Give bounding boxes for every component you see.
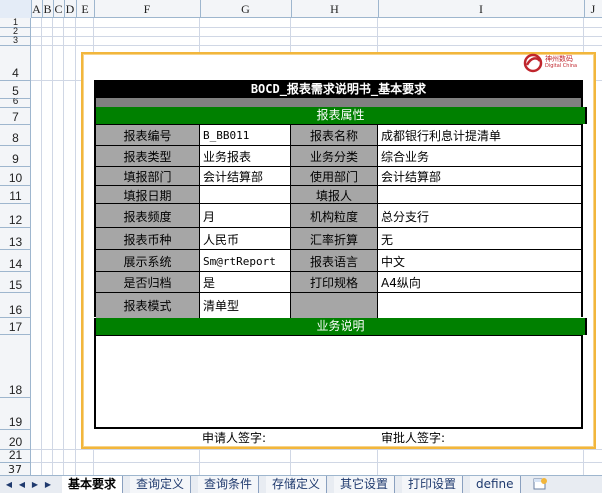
column-header-h[interactable]: H: [291, 0, 379, 18]
label-currency[interactable]: 报表币种: [96, 228, 200, 250]
row-header-11[interactable]: 11: [0, 185, 31, 204]
table-row: 报表币种 人民币 汇率折算 无: [96, 227, 581, 250]
value-display-system[interactable]: Sm@rtReport: [200, 250, 291, 272]
row-header-18[interactable]: 18: [0, 334, 31, 398]
label-report-name[interactable]: 报表名称: [291, 125, 378, 146]
value-filing-dept[interactable]: 会计结算部: [200, 167, 291, 186]
section-report-attributes[interactable]: 报表属性: [94, 107, 587, 124]
column-header-f[interactable]: F: [94, 0, 201, 18]
column-header-e[interactable]: E: [76, 0, 95, 18]
label-display-system[interactable]: 展示系统: [96, 250, 200, 272]
sheet-tab-bar: ◀ ◀ ▶ ▶ 基本要求 查询定义 查询条件 存储定义 其它设置 打印设置 de…: [0, 475, 602, 493]
label-report-id[interactable]: 报表编号: [96, 125, 200, 146]
tab-define[interactable]: define: [470, 476, 521, 493]
label-filer[interactable]: 填报人: [291, 186, 378, 204]
applicant-signature-label: 申请人签字:: [202, 431, 267, 445]
label-empty[interactable]: [291, 293, 378, 318]
value-report-id[interactable]: B_BB011: [200, 125, 291, 146]
select-all-corner[interactable]: [0, 0, 32, 18]
column-header-j[interactable]: J: [584, 0, 602, 18]
row-header-bar: 1 2 3 4 5 6 7 8 9 10 11 12 13 14 15 16 1…: [0, 18, 31, 475]
row-header-19[interactable]: 19: [0, 397, 31, 430]
row-header-10[interactable]: 10: [0, 166, 31, 186]
label-business-category[interactable]: 业务分类: [291, 146, 378, 167]
row-header-13[interactable]: 13: [0, 227, 31, 250]
company-logo: 神州数码 Digital China: [523, 53, 585, 75]
row-header-12[interactable]: 12: [0, 203, 31, 228]
table-row: 填报部门 会计结算部 使用部门 会计结算部: [96, 166, 581, 186]
first-sheet-icon[interactable]: ◀: [4, 479, 14, 491]
table-row: 展示系统 Sm@rtReport 报表语言 中文: [96, 249, 581, 272]
prev-sheet-icon[interactable]: ◀: [17, 479, 27, 491]
label-fx-conversion[interactable]: 汇率折算: [291, 228, 378, 250]
row-header-7[interactable]: 7: [0, 107, 31, 125]
value-business-category[interactable]: 综合业务: [378, 146, 581, 167]
row-header-37[interactable]: 37: [0, 463, 31, 476]
column-header-bar: A B C D E F G H I J: [0, 0, 602, 18]
tab-print-settings[interactable]: 打印设置: [402, 476, 464, 493]
row-header-21[interactable]: 21: [0, 449, 31, 463]
table-row: 报表编号 B_BB011 报表名称 成都银行利息计提清单: [96, 124, 581, 146]
row-header-17[interactable]: 17: [0, 317, 31, 335]
attribute-table: 报表编号 B_BB011 报表名称 成都银行利息计提清单 报表类型 业务报表 业…: [94, 124, 583, 318]
section-business-description[interactable]: 业务说明: [94, 318, 587, 335]
approver-signature-label: 审批人签字:: [381, 431, 446, 445]
label-print-spec[interactable]: 打印规格: [291, 272, 378, 293]
grey-separator: [94, 98, 583, 107]
label-org-granularity[interactable]: 机构粒度: [291, 204, 378, 228]
row-header-9[interactable]: 9: [0, 145, 31, 167]
table-row: 填报日期 填报人: [96, 185, 581, 204]
label-report-type[interactable]: 报表类型: [96, 146, 200, 167]
logo-text-en: Digital China: [545, 63, 578, 69]
tab-query-definition[interactable]: 查询定义: [130, 476, 192, 493]
label-filing-dept[interactable]: 填报部门: [96, 167, 200, 186]
column-header-i[interactable]: I: [378, 0, 585, 18]
value-using-dept[interactable]: 会计结算部: [378, 167, 581, 186]
last-sheet-icon[interactable]: ▶: [43, 479, 53, 491]
value-report-mode[interactable]: 清单型: [200, 293, 291, 318]
business-description-area[interactable]: [94, 335, 583, 429]
tab-basic-requirements[interactable]: 基本要求: [62, 476, 124, 493]
value-report-language[interactable]: 中文: [378, 250, 581, 272]
tab-query-conditions[interactable]: 查询条件: [198, 476, 260, 493]
label-filing-date[interactable]: 填报日期: [96, 186, 200, 204]
value-currency[interactable]: 人民币: [200, 228, 291, 250]
report-title[interactable]: BOCD_报表需求说明书_基本要求: [94, 80, 583, 98]
table-row: 报表频度 月 机构粒度 总分支行: [96, 203, 581, 228]
insert-sheet-icon[interactable]: [532, 477, 548, 491]
value-empty[interactable]: [378, 293, 581, 318]
table-row: 是否归档 是 打印规格 A4纵向: [96, 271, 581, 293]
label-frequency[interactable]: 报表频度: [96, 204, 200, 228]
value-filer[interactable]: [378, 186, 581, 204]
value-report-type[interactable]: 业务报表: [200, 146, 291, 167]
row-header-14[interactable]: 14: [0, 249, 31, 272]
row-header-16[interactable]: 16: [0, 292, 31, 318]
logo-icon: [523, 53, 543, 73]
column-header-g[interactable]: G: [200, 0, 292, 18]
label-report-language[interactable]: 报表语言: [291, 250, 378, 272]
value-frequency[interactable]: 月: [200, 204, 291, 228]
label-using-dept[interactable]: 使用部门: [291, 167, 378, 186]
value-archived[interactable]: 是: [200, 272, 291, 293]
row-header-15[interactable]: 15: [0, 271, 31, 293]
row-header-8[interactable]: 8: [0, 124, 31, 146]
row-header-5[interactable]: 5: [0, 80, 31, 99]
tab-other-settings[interactable]: 其它设置: [334, 476, 396, 493]
label-report-mode[interactable]: 报表模式: [96, 293, 200, 318]
value-report-name[interactable]: 成都银行利息计提清单: [378, 125, 581, 146]
row-header-4[interactable]: 4: [0, 45, 31, 81]
tab-storage-definition[interactable]: 存储定义: [266, 476, 328, 493]
value-print-spec[interactable]: A4纵向: [378, 272, 581, 293]
value-org-granularity[interactable]: 总分支行: [378, 204, 581, 228]
table-row: 报表模式 清单型: [96, 292, 581, 318]
row-header-20[interactable]: 20: [0, 429, 31, 450]
value-fx-conversion[interactable]: 无: [378, 228, 581, 250]
table-row: 报表类型 业务报表 业务分类 综合业务: [96, 145, 581, 167]
next-sheet-icon[interactable]: ▶: [30, 479, 40, 491]
label-archived[interactable]: 是否归档: [96, 272, 200, 293]
value-filing-date[interactable]: [200, 186, 291, 204]
